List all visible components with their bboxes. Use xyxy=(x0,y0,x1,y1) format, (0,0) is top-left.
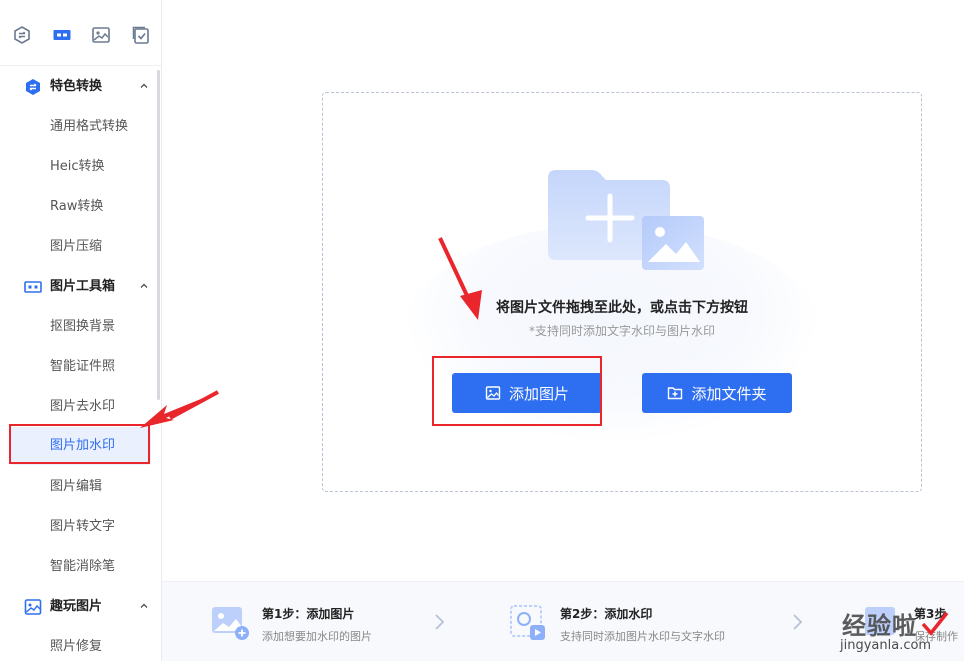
sidebar-item-image-compress[interactable]: 图片压缩 xyxy=(10,228,151,266)
folder-add-image-illustration xyxy=(548,170,704,270)
annotation-highlight-sidebar xyxy=(9,424,150,464)
app-window: 特色转换 通用格式转换 Heic转换 Raw转换 图片压缩 图片工具箱 抠图换背… xyxy=(0,0,964,661)
sidebar-item-photo-repair[interactable]: 照片修复 xyxy=(10,628,151,661)
toolbox-icon xyxy=(24,281,42,293)
sidebar-item-smart-eraser[interactable]: 智能消除笔 xyxy=(10,548,151,586)
section-label: 图片工具箱 xyxy=(50,279,116,294)
toolbox-icon[interactable] xyxy=(51,24,73,46)
chevron-up-icon xyxy=(140,603,148,608)
step-2-desc: 支持同时添加图片水印与文字水印 xyxy=(560,630,725,643)
step-add-image-icon xyxy=(212,607,249,640)
step-1-title: 第1步：添加图片 xyxy=(262,607,355,621)
chevron-right-icon xyxy=(435,614,445,630)
main-panel: 将图片文件拖拽至此处，或点击下方按钮 *支持同时添加文字水印与图片水印 添加图片… xyxy=(162,0,964,581)
site-watermark: 经验啦 jingyanla.com xyxy=(838,606,962,658)
sidebar-item-raw-convert[interactable]: Raw转换 xyxy=(10,188,151,226)
checkmark-icon xyxy=(921,611,949,636)
drop-zone[interactable] xyxy=(322,92,922,492)
chevron-up-icon xyxy=(140,83,148,88)
sidebar-item-remove-watermark[interactable]: 图片去水印 xyxy=(10,388,151,426)
step-add-watermark-icon xyxy=(510,605,545,640)
sidebar-item-cutout-background[interactable]: 抠图换背景 xyxy=(10,308,151,346)
drop-zone-subtitle: *支持同时添加文字水印与图片水印 xyxy=(528,324,715,338)
annotation-highlight-add-button xyxy=(432,356,602,426)
image-fun-icon[interactable] xyxy=(90,24,112,46)
section-image-toolbox[interactable]: 图片工具箱 xyxy=(0,267,160,307)
drop-zone-title: 将图片文件拖拽至此处，或点击下方按钮 xyxy=(496,300,748,316)
checklist-icon[interactable] xyxy=(130,24,152,46)
add-folder-label: 添加文件夹 xyxy=(691,384,767,403)
sidebar-item-image-edit[interactable]: 图片编辑 xyxy=(10,468,151,506)
section-label: 趣玩图片 xyxy=(50,599,103,614)
sidebar-item-id-photo[interactable]: 智能证件照 xyxy=(10,348,151,386)
folder-plus-icon xyxy=(668,387,683,400)
watermark-url: jingyanla.com xyxy=(840,638,932,653)
sidebar-icon-bar xyxy=(0,0,161,66)
sidebar-scrollbar[interactable] xyxy=(157,70,160,400)
section-label: 特色转换 xyxy=(50,79,103,94)
sidebar-nav: 特色转换 通用格式转换 Heic转换 Raw转换 图片压缩 图片工具箱 抠图换背… xyxy=(0,66,161,661)
section-fun-images[interactable]: 趣玩图片 xyxy=(0,587,160,627)
watermark-text: 经验啦 xyxy=(842,612,917,640)
image-fun-icon xyxy=(24,599,42,615)
add-folder-button[interactable]: 添加文件夹 xyxy=(642,373,792,413)
sidebar: 特色转换 通用格式转换 Heic转换 Raw转换 图片压缩 图片工具箱 抠图换背… xyxy=(0,0,162,661)
section-special-convert[interactable]: 特色转换 xyxy=(0,67,160,107)
convert-icon xyxy=(26,79,40,95)
sidebar-item-heic-convert[interactable]: Heic转换 xyxy=(10,148,151,186)
step-1-desc: 添加想要加水印的图片 xyxy=(262,630,372,643)
sidebar-item-image-to-text[interactable]: 图片转文字 xyxy=(10,508,151,546)
sidebar-item-format-convert[interactable]: 通用格式转换 xyxy=(10,108,151,146)
step-2-title: 第2步：添加水印 xyxy=(560,607,653,621)
chevron-up-icon xyxy=(140,283,148,288)
chevron-right-icon xyxy=(793,614,803,630)
convert-icon[interactable] xyxy=(11,24,33,46)
